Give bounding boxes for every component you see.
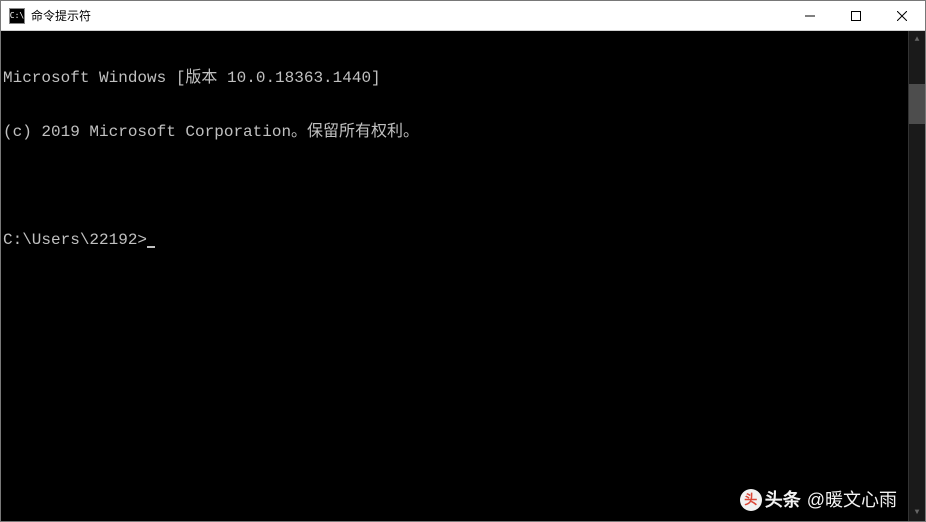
minimize-button[interactable] xyxy=(787,1,833,30)
cmd-window: C:\ 命令提示符 Microsoft Windows [版本 10.0.183… xyxy=(0,0,926,522)
cursor xyxy=(147,246,155,248)
window-title: 命令提示符 xyxy=(31,7,787,24)
cmd-icon-text: C:\ xyxy=(10,11,24,20)
toutiao-logo-icon: 头 xyxy=(740,489,762,511)
watermark-brand: 头条 xyxy=(765,491,801,509)
watermark: 头 头条 @暖文心雨 xyxy=(740,489,897,511)
watermark-user: @暖文心雨 xyxy=(807,491,897,509)
scrollbar[interactable]: ▲ ▼ xyxy=(908,31,925,521)
scrollbar-up-button[interactable]: ▲ xyxy=(909,31,925,48)
scrollbar-thumb[interactable] xyxy=(909,84,925,124)
watermark-logo: 头 头条 xyxy=(740,489,801,511)
minimize-icon xyxy=(805,11,815,21)
cmd-icon: C:\ xyxy=(9,8,25,24)
scrollbar-down-button[interactable]: ▼ xyxy=(909,504,925,521)
terminal-output[interactable]: Microsoft Windows [版本 10.0.18363.1440] (… xyxy=(1,31,925,521)
scrollbar-track[interactable] xyxy=(909,48,925,504)
terminal-line xyxy=(3,177,925,195)
close-button[interactable] xyxy=(879,1,925,30)
window-controls xyxy=(787,1,925,30)
maximize-button[interactable] xyxy=(833,1,879,30)
titlebar[interactable]: C:\ 命令提示符 xyxy=(1,1,925,31)
terminal-prompt: C:\Users\22192> xyxy=(3,231,147,249)
maximize-icon xyxy=(851,11,861,21)
terminal-line: Microsoft Windows [版本 10.0.18363.1440] xyxy=(3,69,925,87)
terminal-prompt-line: C:\Users\22192> xyxy=(3,231,925,249)
terminal-line: (c) 2019 Microsoft Corporation。保留所有权利。 xyxy=(3,123,925,141)
close-icon xyxy=(897,11,907,21)
